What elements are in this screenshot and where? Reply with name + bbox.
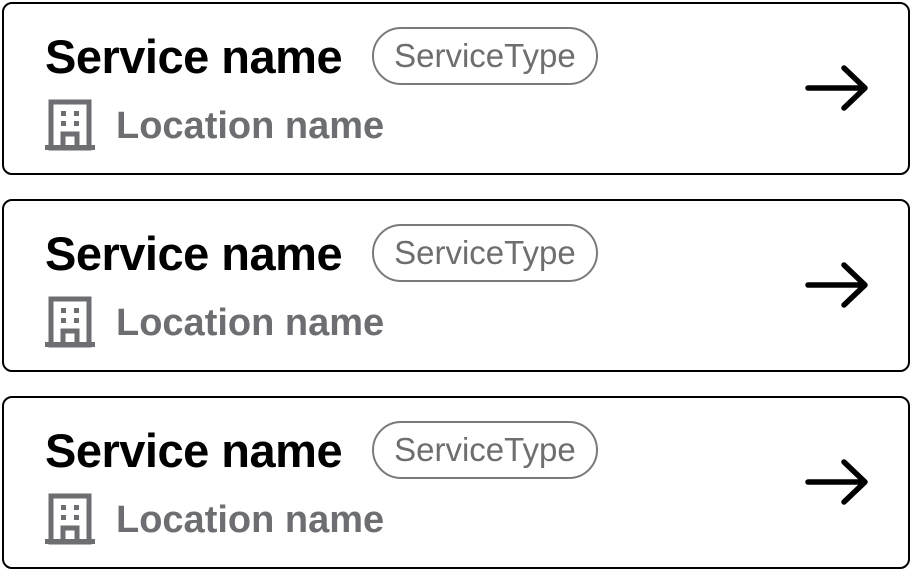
location-name: Location name — [116, 301, 385, 344]
service-card[interactable]: Service name ServiceType Location name — [2, 199, 910, 372]
location-name: Location name — [116, 104, 385, 147]
service-type-badge: ServiceType — [372, 224, 598, 282]
service-name: Service name — [45, 29, 343, 83]
arrow-right-icon — [805, 459, 868, 505]
service-card[interactable]: Service name ServiceType Location name — [2, 396, 910, 569]
arrow-right-icon — [805, 65, 868, 111]
location-row: Location name — [42, 492, 384, 548]
open-service-button[interactable] — [800, 60, 874, 116]
building-icon — [45, 296, 95, 348]
service-name: Service name — [45, 423, 343, 477]
location-row: Location name — [42, 98, 384, 154]
arrow-right-icon — [805, 262, 868, 308]
location-row: Location name — [42, 295, 384, 351]
service-card[interactable]: Service name ServiceType Location name — [2, 2, 910, 175]
service-type-badge: ServiceType — [372, 27, 598, 85]
location-name: Location name — [116, 498, 385, 541]
service-type-badge: ServiceType — [372, 421, 598, 479]
open-service-button[interactable] — [800, 257, 874, 313]
building-icon — [45, 493, 95, 545]
building-icon — [45, 99, 95, 151]
open-service-button[interactable] — [800, 454, 874, 510]
service-title-row: Service name ServiceType — [45, 221, 598, 285]
service-name: Service name — [45, 226, 343, 280]
service-title-row: Service name ServiceType — [45, 418, 598, 482]
service-title-row: Service name ServiceType — [45, 24, 598, 88]
